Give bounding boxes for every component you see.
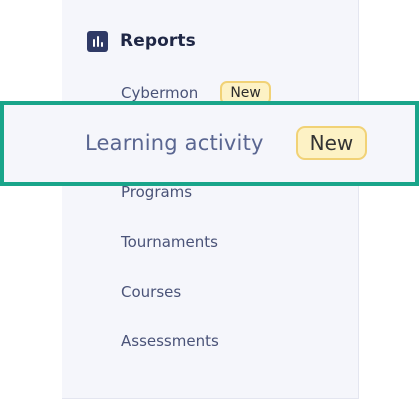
bar-chart-icon [87,30,108,52]
reports-section-header[interactable]: Reports [87,30,196,52]
sidebar-item-assessments[interactable]: Assessments [121,330,219,352]
sidebar-item-label: Assessments [121,332,219,350]
sidebar-item-label: Courses [121,283,182,301]
sidebar-item-tournaments[interactable]: Tournaments [121,231,218,253]
new-badge: New [295,126,368,160]
highlighted-item-callout: Learning activity New [0,101,419,186]
section-title: Reports [120,31,196,51]
screenshot-canvas: Reports Cybermon New Programs Tournament… [0,0,419,400]
sidebar-item-label: Tournaments [121,233,218,251]
sidebar-item-courses[interactable]: Courses [121,281,181,303]
sidebar-item-learning-activity[interactable]: Learning activity New [85,125,368,161]
sidebar-item-label: Learning activity [85,131,264,155]
sidebar-item-label: Cybermon [121,84,199,102]
